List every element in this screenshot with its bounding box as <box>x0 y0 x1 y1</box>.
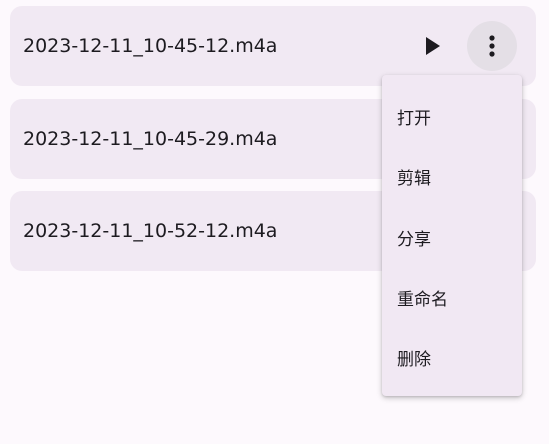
menu-item-share[interactable]: 分享 <box>382 209 522 265</box>
menu-item-rename[interactable]: 重命名 <box>382 269 522 325</box>
menu-item-delete[interactable]: 删除 <box>382 329 522 385</box>
play-icon <box>426 37 440 55</box>
file-name: 2023-12-11_10-45-29.m4a <box>23 128 278 150</box>
menu-item-open[interactable]: 打开 <box>382 88 522 144</box>
more-vert-icon <box>489 35 495 57</box>
file-name: 2023-12-11_10-52-12.m4a <box>23 220 278 242</box>
more-options-button[interactable] <box>467 21 517 71</box>
context-menu: 打开 剪辑 分享 重命名 删除 <box>382 75 522 396</box>
file-name: 2023-12-11_10-45-12.m4a <box>23 35 278 57</box>
file-item[interactable]: 2023-12-11_10-45-12.m4a <box>10 6 536 86</box>
menu-item-edit[interactable]: 剪辑 <box>382 148 522 204</box>
play-button[interactable] <box>418 31 448 61</box>
